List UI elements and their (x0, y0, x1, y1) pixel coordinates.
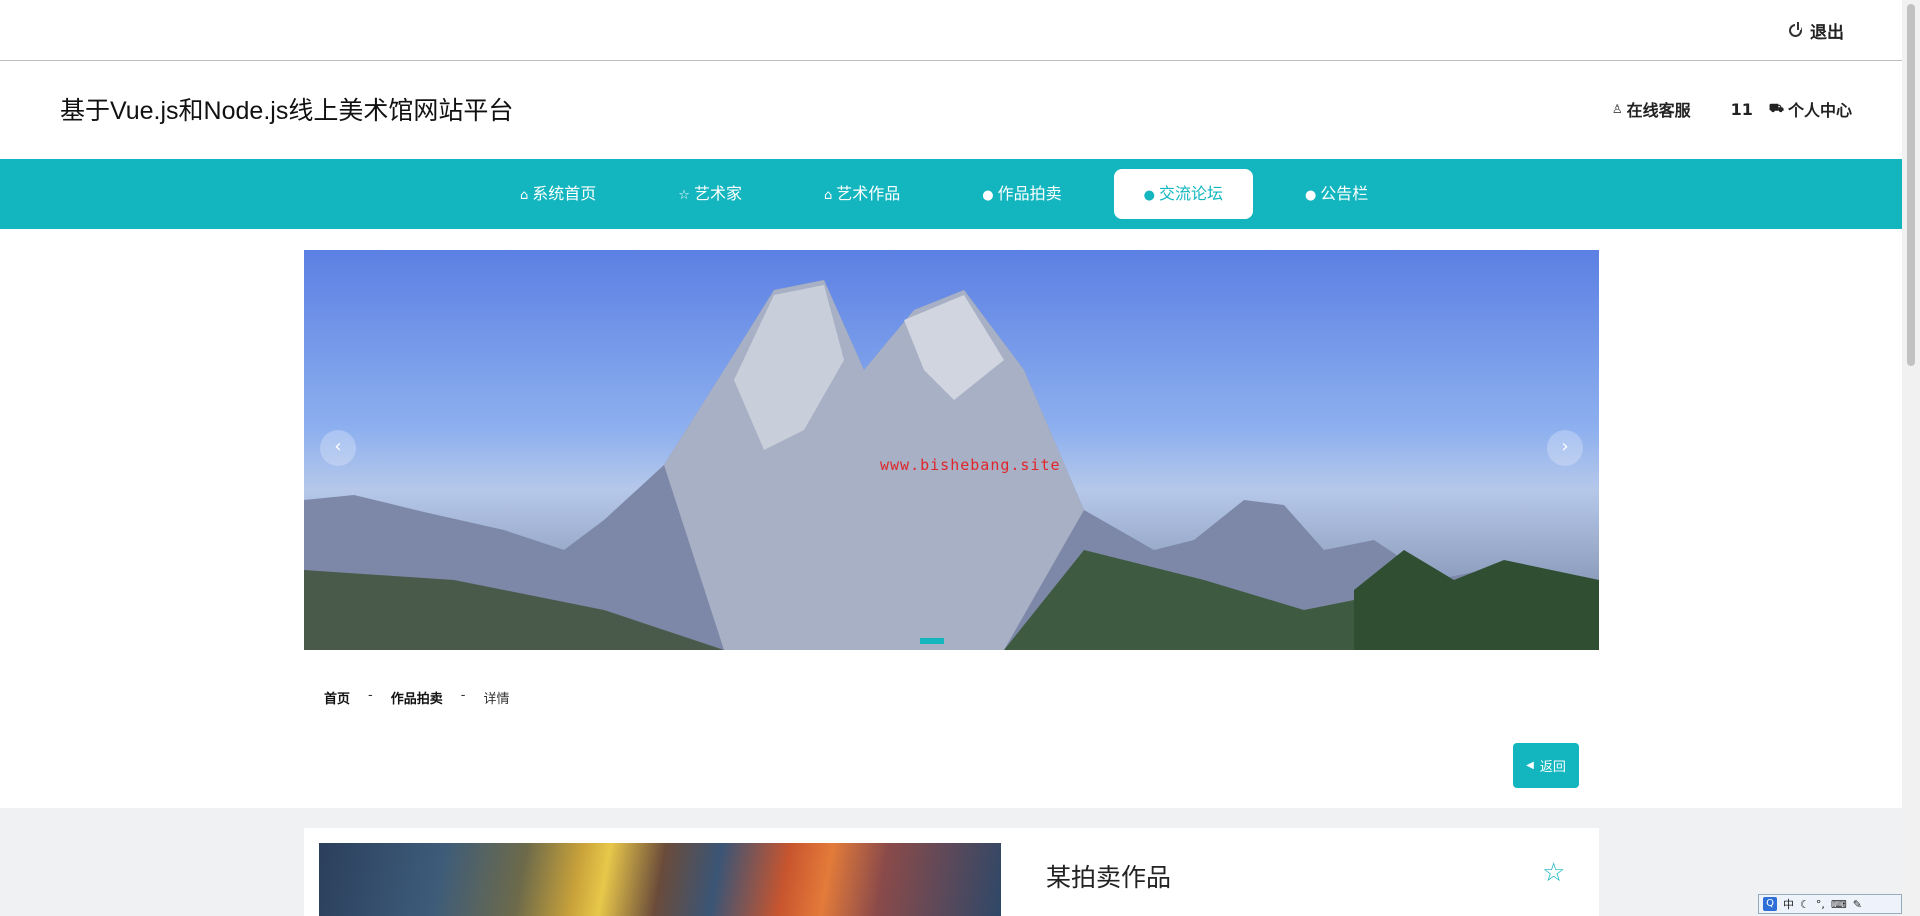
artwork-image (319, 843, 1001, 916)
scrollbar-thumb[interactable] (1907, 4, 1915, 366)
nav-label: 艺术家 (693, 184, 742, 203)
breadcrumb-separator: - (460, 688, 466, 703)
bag-icon: ⌂ (823, 188, 833, 203)
customer-service-link[interactable]: ♙ 在线客服 (1612, 97, 1691, 121)
customer-service-label: 在线客服 (1626, 101, 1691, 120)
nav-label: 艺术作品 (836, 184, 901, 203)
logout-label: 退出 (1810, 23, 1844, 43)
nav-label: 作品拍卖 (997, 184, 1062, 203)
truck-icon: ⛟ (1768, 101, 1784, 115)
logout-button[interactable]: 退出 (1789, 18, 1844, 43)
settings-icon: ✎ (1852, 897, 1862, 911)
nav-item-artists[interactable]: ☆ 艺术家 (648, 169, 772, 219)
main-nav: ⌂ 系统首页 ☆ 艺术家 ⌂ 艺术作品 ● 作品拍卖 ● 交流论坛 ● 公告栏 (0, 159, 1902, 229)
top-bar: 退出 (0, 0, 1902, 61)
back-button[interactable]: ◀ 返回 (1513, 743, 1579, 788)
nav-item-notice[interactable]: ● 公告栏 (1275, 169, 1398, 219)
info-icon: ● (982, 188, 994, 203)
ime-toolbar[interactable]: Q 中 ☾ °, ⌨ ✎ (1758, 894, 1902, 914)
home-icon: ⌂ (520, 188, 529, 203)
watermark-text: www.bishebang.site (880, 456, 1061, 474)
carousel-indicator[interactable] (920, 638, 944, 644)
caret-left-icon: ◀ (1526, 760, 1534, 771)
user-center-label: 个人中心 (1787, 101, 1852, 120)
breadcrumb-current: 详情 (483, 692, 510, 707)
ime-mode-icon: 中 (1783, 898, 1794, 911)
artwork-detail-card: 某拍卖作品 ☆ (304, 828, 1599, 916)
artwork-title: 某拍卖作品 (1046, 863, 1172, 892)
site-header: 基于Vue.js和Node.js线上美术馆网站平台 ♙ 在线客服 11 ⛟ 个人… (0, 61, 1902, 159)
ime-logo-icon: Q (1763, 897, 1777, 911)
banner-carousel: www.bishebang.site ‹ › (304, 250, 1599, 650)
breadcrumb: 首页 - 作品拍卖 - 详情 (324, 688, 509, 707)
breadcrumb-section[interactable]: 作品拍卖 (391, 688, 443, 707)
favorite-star-icon[interactable]: ☆ (1542, 858, 1565, 888)
carousel-prev-button[interactable]: ‹ (320, 430, 356, 466)
moon-icon: ☾ (1800, 897, 1810, 911)
cart-count: 11 (1730, 99, 1753, 119)
user-center-link[interactable]: 11 ⛟ 个人中心 (1731, 97, 1852, 121)
person-icon: ♙ (1611, 102, 1623, 116)
nav-item-forum[interactable]: ● 交流论坛 (1113, 169, 1253, 219)
breadcrumb-home[interactable]: 首页 (324, 688, 350, 707)
site-title: 基于Vue.js和Node.js线上美术馆网站平台 (60, 97, 514, 125)
breadcrumb-separator: - (368, 688, 373, 703)
info-icon: ● (1304, 188, 1317, 203)
nav-item-home[interactable]: ⌂ 系统首页 (490, 169, 626, 219)
question-icon: ● (1143, 188, 1155, 203)
nav-label: 系统首页 (532, 184, 597, 203)
nav-item-artworks[interactable]: ⌂ 艺术作品 (794, 169, 930, 219)
mountain-image (304, 280, 1599, 650)
star-icon: ☆ (678, 188, 690, 203)
back-label: 返回 (1539, 760, 1566, 775)
punctuation-icon: °, (1815, 897, 1825, 911)
keyboard-icon: ⌨ (1830, 897, 1847, 911)
carousel-next-button[interactable]: › (1547, 430, 1583, 466)
power-icon (1789, 22, 1802, 37)
nav-label: 公告栏 (1320, 184, 1369, 203)
nav-label: 交流论坛 (1158, 184, 1223, 203)
nav-item-auction[interactable]: ● 作品拍卖 (952, 169, 1091, 219)
page-scrollbar[interactable] (1902, 0, 1920, 916)
header-actions: ♙ 在线客服 11 ⛟ 个人中心 (1612, 97, 1852, 121)
